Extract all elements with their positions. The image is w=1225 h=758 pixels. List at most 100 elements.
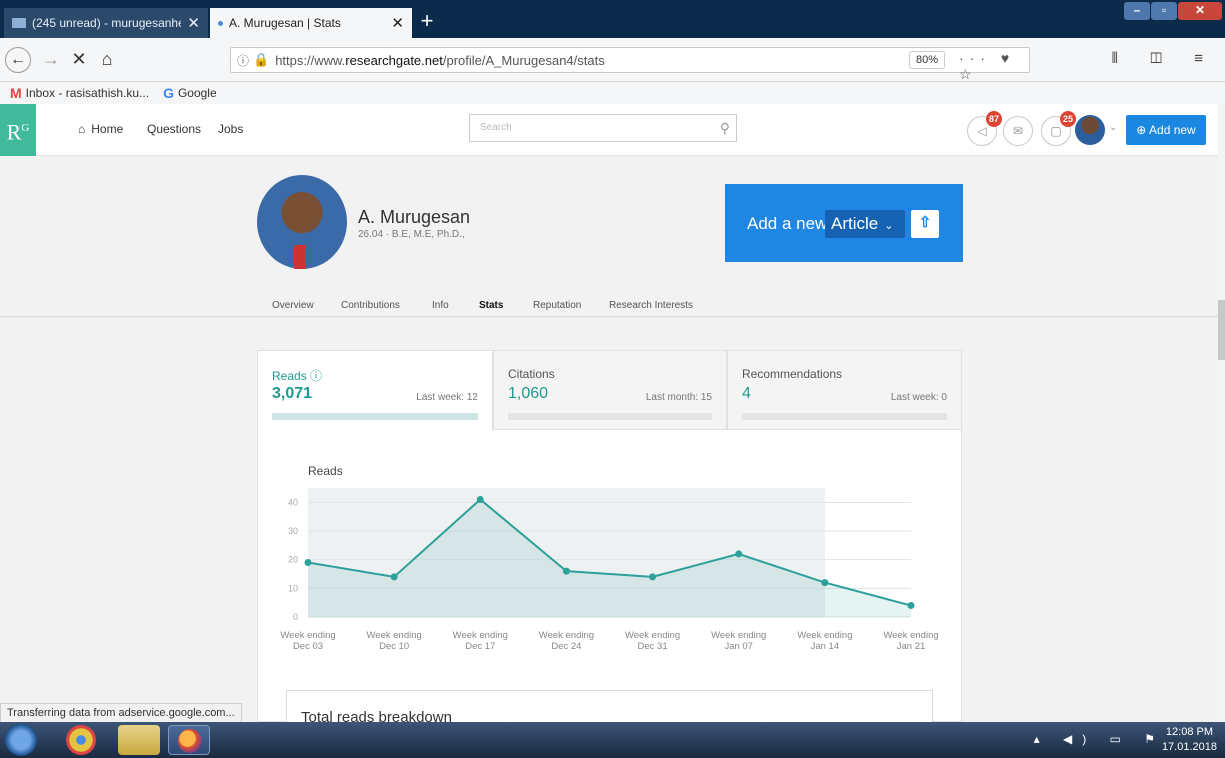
loading-icon [218, 20, 223, 26]
tab-research-interests[interactable]: Research Interests [609, 300, 693, 311]
y-tick-label: 30 [288, 526, 298, 536]
bookmark-inbox[interactable]: M Inbox - rasisathish.ku... [10, 85, 149, 101]
x-tick-label: Jan 07 [724, 641, 753, 652]
messages-icon[interactable]: ✉ [1003, 116, 1033, 146]
tab-stats[interactable]: Stats [479, 300, 503, 311]
x-tick-label: Week ending [539, 630, 594, 641]
tab-info[interactable]: Info [432, 300, 449, 311]
tab-contributions[interactable]: Contributions [341, 300, 400, 311]
page-actions-icons[interactable]: ··· ♥ ☆ [959, 50, 1029, 83]
x-tick-label: Dec 17 [465, 641, 495, 652]
chevron-down-icon[interactable]: ⌄ [1109, 122, 1117, 133]
profile-name[interactable]: A. Murugesan [358, 207, 470, 228]
chat-button[interactable]: ▢ 25 [1041, 111, 1076, 146]
toolbar-icons[interactable]: ⫴ ◫ ≡ [1112, 50, 1217, 67]
nav-jobs[interactable]: Jobs [218, 104, 243, 156]
file-explorer-icon[interactable] [118, 725, 160, 755]
close-tab-icon[interactable]: ✕ [187, 14, 200, 32]
x-tick-label: Week ending [453, 630, 508, 641]
stat-title: Reads ⓘ [272, 369, 323, 383]
stat-sub: Last month: 15 [645, 392, 712, 403]
y-tick-label: 40 [288, 497, 298, 507]
google-icon: G [163, 85, 174, 101]
zoom-level[interactable]: 80% [909, 51, 945, 69]
scrollbar[interactable] [1218, 104, 1225, 722]
avatar[interactable] [1075, 115, 1105, 145]
add-new-article-panel: Add a new Article ⌄ ⇧ [725, 184, 963, 262]
clock[interactable]: 12:08 PM 17.01.2018 [1162, 725, 1217, 755]
close-window-button[interactable]: ✕ [1178, 2, 1222, 20]
x-tick-label: Week ending [280, 630, 335, 641]
stop-button[interactable]: ✕ [66, 47, 92, 73]
tab-reputation[interactable]: Reputation [533, 300, 581, 311]
x-tick-label: Jan 21 [897, 641, 926, 652]
article-type-select[interactable]: Article ⌄ [825, 210, 905, 238]
x-tick-label: Week ending [883, 630, 938, 641]
url-bar[interactable]: ⓘ 🔒 https://www. researchgate.net /profi… [230, 47, 1030, 82]
y-tick-label: 10 [288, 583, 298, 593]
tab-researchgate[interactable]: A. Murugesan | Stats ✕ [210, 8, 412, 38]
windows-taskbar: ▴ ◀) ▭ ⚑ 12:08 PM 17.01.2018 [0, 722, 1225, 758]
tab-overview[interactable]: Overview [272, 300, 314, 311]
browser-navbar: ← → ✕ ⌂ ⓘ 🔒 https://www. researchgate.ne… [0, 38, 1225, 82]
add-new-label: Add a new [747, 214, 828, 233]
forward-button[interactable]: → [38, 47, 64, 73]
notifications-badge: 87 [986, 111, 1002, 127]
window-controls: – ▫ ✕ [1124, 2, 1222, 20]
chrome-icon[interactable] [66, 725, 96, 755]
stat-bar [742, 413, 947, 420]
close-tab-icon[interactable]: ✕ [391, 14, 404, 32]
upload-button[interactable]: ⇧ [911, 210, 939, 238]
stat-card-reads[interactable]: Reads ⓘ 3,071 Last week: 12 [257, 350, 493, 431]
stat-bar [272, 413, 478, 420]
add-new-button[interactable]: ⊕ Add new [1126, 115, 1206, 145]
lock-icon: 🔒 [253, 52, 270, 67]
stat-card-citations[interactable]: Citations 1,060 Last month: 15 [493, 350, 727, 430]
rg-header: RG ⌂ Home Questions Jobs Search ⚲ ◁ 87 ✉ ▢… [0, 104, 1218, 156]
firefox-icon[interactable] [168, 725, 210, 755]
nav-questions[interactable]: Questions [147, 104, 201, 156]
search-input[interactable]: Search ⚲ [469, 114, 737, 142]
tab-gmail[interactable]: (245 unread) - murugesanhem ✕ [4, 8, 208, 38]
home-button[interactable]: ⌂ [94, 47, 120, 73]
clock-time: 12:08 PM [1165, 726, 1214, 738]
data-point [821, 579, 829, 587]
tab-title: (245 unread) - murugesanhem [32, 16, 182, 30]
scrollbar-thumb[interactable] [1218, 300, 1225, 360]
bookmark-google[interactable]: G Google [163, 85, 217, 101]
stat-value: 4 [742, 385, 751, 402]
start-button[interactable] [5, 724, 37, 756]
y-tick-label: 20 [288, 555, 298, 565]
profile-header: A. Murugesan 26.04 · B.E, M.E, Ph.D., Ad… [0, 157, 1218, 317]
x-tick-label: Jan 14 [811, 641, 840, 652]
rg-logo[interactable]: RG [0, 104, 36, 156]
system-tray-icons[interactable]: ▴ ◀) ▭ ⚑ [1034, 732, 1165, 746]
profile-meta: 26.04 · B.E, M.E, Ph.D., [358, 229, 465, 240]
info-icon[interactable]: ⓘ [310, 369, 322, 383]
stat-value: 1,060 [508, 385, 549, 402]
bookmark-label: Inbox - rasisathish.ku... [25, 86, 150, 100]
maximize-button[interactable]: ▫ [1151, 2, 1177, 20]
data-point [476, 495, 484, 503]
status-bar: Transferring data from adservice.google.… [0, 703, 242, 723]
mail-icon [12, 18, 26, 28]
url-prefix: https://www. [275, 52, 346, 68]
stat-bar [508, 413, 712, 420]
bookmark-label: Google [177, 86, 217, 100]
info-icon[interactable]: ⓘ [237, 52, 249, 69]
messages-badge: 25 [1060, 111, 1076, 127]
minimize-button[interactable]: – [1124, 2, 1150, 20]
nav-home[interactable]: ⌂ Home [78, 104, 123, 156]
url-path: /profile/A_Murugesan4/stats [442, 52, 605, 68]
search-icon: ⚲ [719, 120, 730, 136]
x-tick-label: Dec 03 [293, 641, 323, 652]
stat-card-recommendations[interactable]: Recommendations 4 Last week: 0 [727, 350, 962, 430]
plus-icon: ⊕ [1136, 123, 1147, 137]
notifications-button[interactable]: ◁ 87 [967, 111, 1002, 146]
back-button[interactable]: ← [5, 47, 31, 73]
x-tick-label: Dec 31 [638, 641, 668, 652]
x-tick-label: Week ending [367, 630, 422, 641]
reads-chart-svg: 010203040Week endingDec 03Week endingDec… [280, 488, 939, 652]
upload-icon: ⇧ [918, 214, 932, 231]
new-tab-button[interactable]: + [414, 8, 440, 38]
